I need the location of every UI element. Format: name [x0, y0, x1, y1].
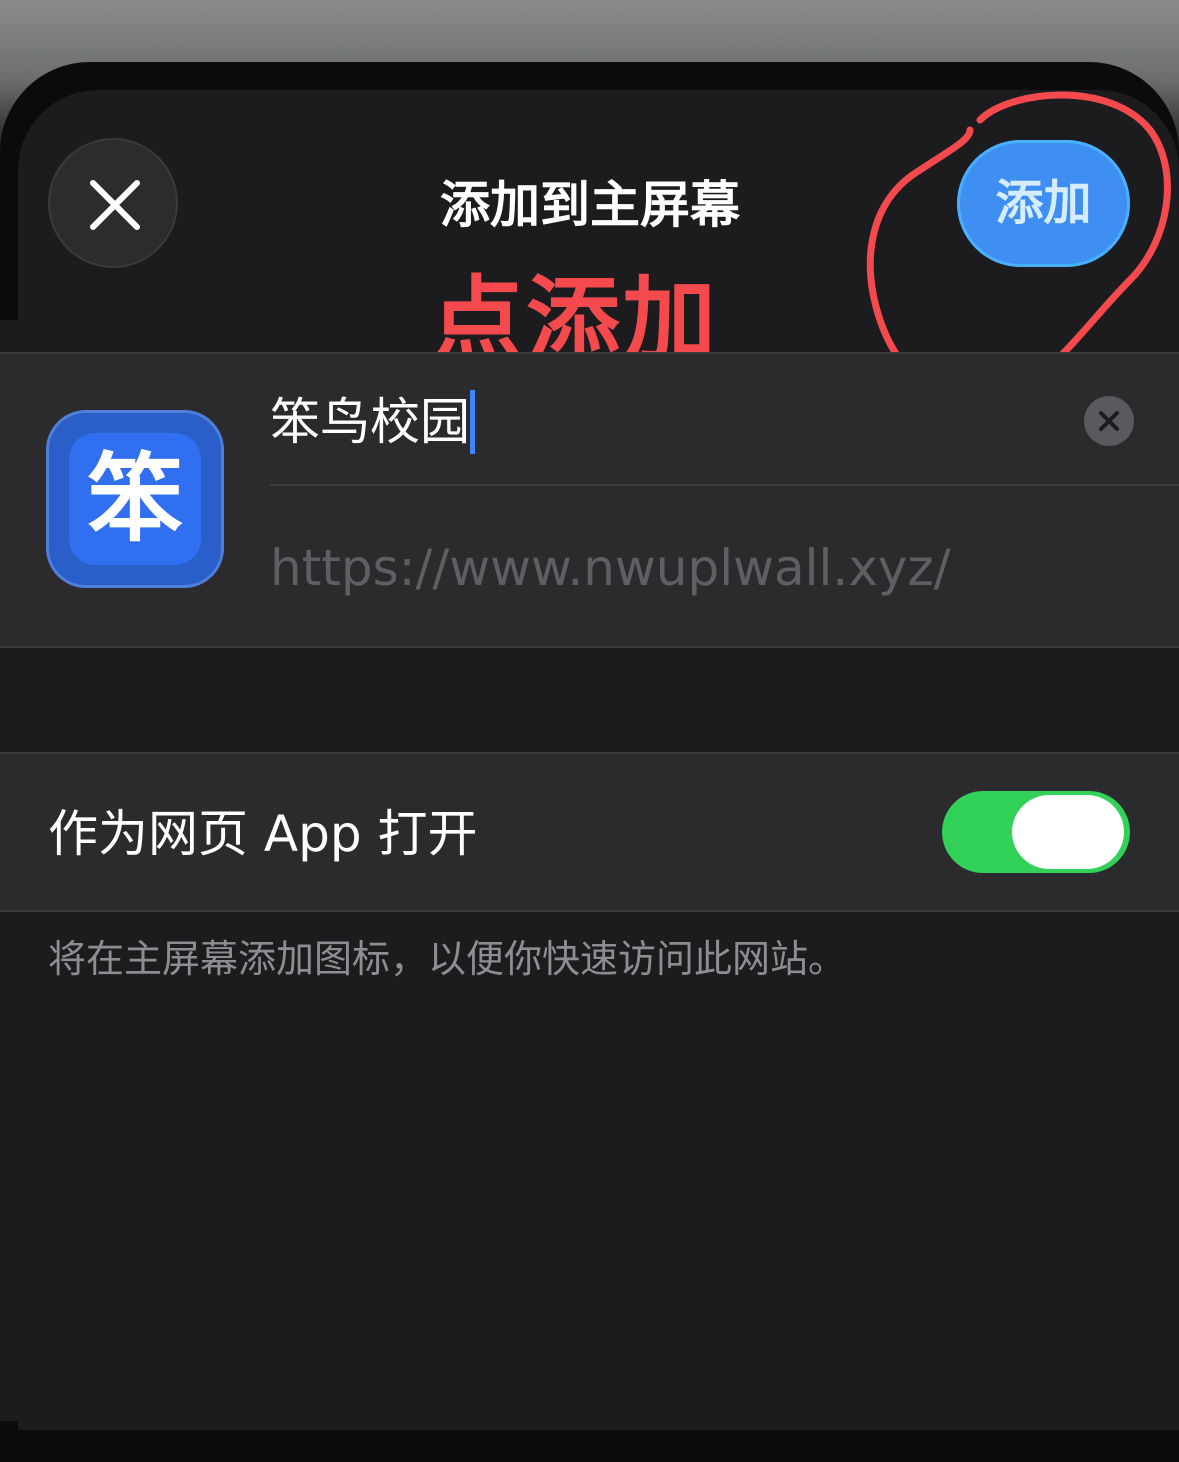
- open-as-web-app-toggle[interactable]: [942, 791, 1130, 873]
- app-icon-glyph: 笨: [69, 433, 201, 565]
- url-field: https://www.nwuplwall.xyz/: [270, 539, 951, 597]
- open-as-web-app-label: 作为网页 App 打开: [48, 805, 478, 863]
- text-cursor: [470, 390, 475, 454]
- close-button[interactable]: [48, 138, 178, 268]
- name-field[interactable]: 笨鸟校园: [270, 392, 470, 452]
- page-title: 添加到主屏幕: [440, 176, 740, 234]
- footer-note: 将在主屏幕添加图标，以便你快速访问此网站。: [48, 937, 847, 981]
- app-icon: 笨: [46, 410, 224, 588]
- clear-button[interactable]: [1084, 396, 1134, 446]
- toggle-knob: [1012, 795, 1124, 869]
- field-divider: [270, 484, 1179, 486]
- close-icon: [90, 180, 140, 230]
- clear-icon: [1099, 411, 1119, 431]
